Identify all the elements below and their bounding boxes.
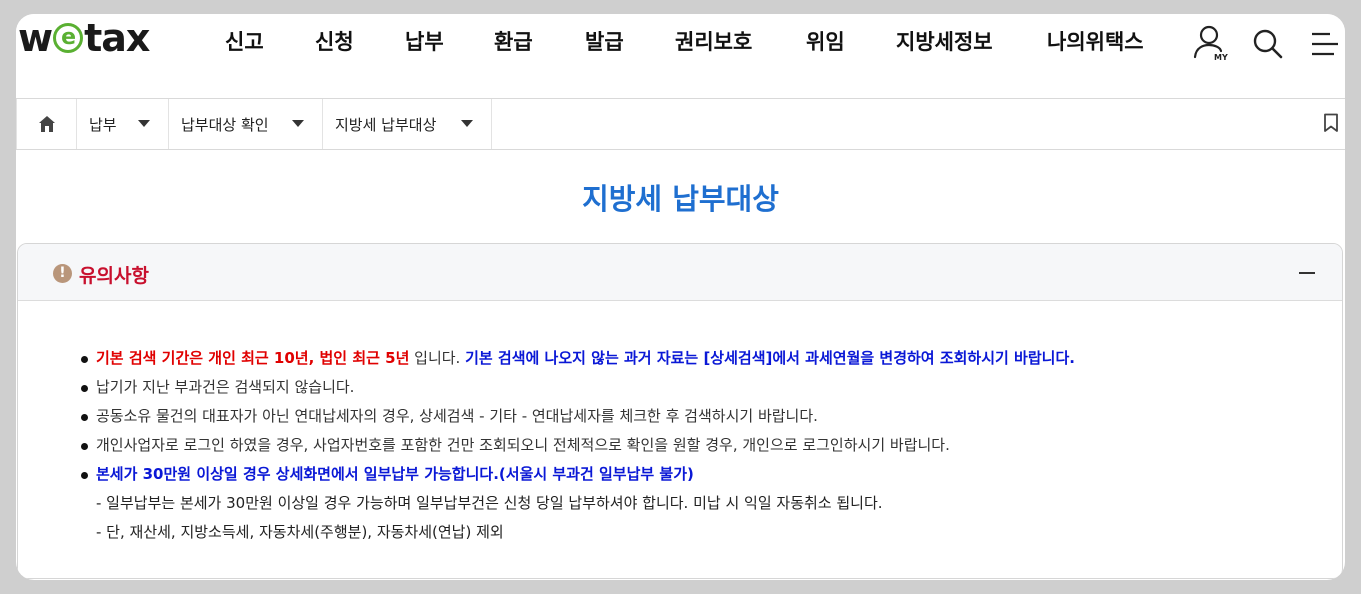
chevron-down-icon [138, 120, 150, 127]
bullet-dot [81, 385, 88, 392]
breadcrumb: 납부 납부대상 확인 지방세 납부대상 [16, 98, 1345, 150]
bookmark-button[interactable] [1323, 113, 1339, 137]
list-item: 기본 검색 기간은 개인 최근 10년, 법인 최근 5년 입니다. 기본 검색… [81, 344, 1342, 373]
nav-my-wetax[interactable]: 나의위택스 [1047, 26, 1144, 56]
nav-rights-protection[interactable]: 권리보호 [675, 26, 752, 56]
search-button[interactable] [1252, 24, 1284, 64]
wetax-logo[interactable]: w e tax [18, 16, 150, 60]
notice-panel: ! 유의사항 기본 검색 기간은 개인 최근 10년, 법인 최근 5년 입니다… [17, 243, 1343, 579]
alert-icon: ! [53, 264, 72, 283]
list-item: 납기가 지난 부과건은 검색되지 않습니다. [81, 373, 1342, 402]
nav-issue[interactable]: 발급 [585, 26, 624, 56]
home-icon [38, 116, 55, 132]
logo-text-tax: tax [84, 16, 150, 60]
notice-header[interactable]: ! 유의사항 [18, 244, 1342, 301]
bullet-dot [81, 443, 88, 450]
home-button[interactable] [16, 99, 77, 149]
person-my-icon: MY [1193, 25, 1228, 62]
collapse-button[interactable] [1290, 260, 1324, 286]
notice-body: 기본 검색 기간은 개인 최근 10년, 법인 최근 5년 입니다. 기본 검색… [18, 344, 1342, 547]
breadcrumb-label: 납부 [89, 115, 117, 134]
bullet-dot [81, 356, 88, 363]
menu-icon [1312, 32, 1338, 56]
notice-item-highlight-blue: 본세가 30만원 이상일 경우 상세화면에서 일부납부 가능합니다.(서울시 부… [96, 465, 694, 483]
logo-text-w: w [18, 16, 53, 60]
logo-text-e: e [53, 23, 84, 53]
breadcrumb-payment[interactable]: 납부 [77, 99, 169, 149]
notice-sub-line: - 단, 재산세, 지방소득세, 자동차세(주행분), 자동차세(연납) 제외 [96, 523, 504, 541]
nav-local-tax-info[interactable]: 지방세정보 [896, 26, 993, 56]
notice-list: 기본 검색 기간은 개인 최근 10년, 법인 최근 5년 입니다. 기본 검색… [81, 344, 1342, 489]
breadcrumb-label: 납부대상 확인 [181, 115, 269, 134]
bullet-dot [81, 472, 88, 479]
nav-payment[interactable]: 납부 [405, 26, 444, 56]
notice-sub-line: - 일부납부는 본세가 30만원 이상일 경우 가능하며 일부납부건은 신청 당… [96, 494, 883, 512]
chevron-down-icon [461, 120, 473, 127]
nav-apply[interactable]: 신청 [315, 26, 354, 56]
breadcrumb-label: 지방세 납부대상 [335, 115, 437, 134]
breadcrumb-local-tax-payment[interactable]: 지방세 납부대상 [323, 99, 492, 149]
search-icon [1253, 29, 1283, 59]
collapse-icon [1299, 272, 1315, 274]
notice-item-text: 입니다. [409, 349, 466, 367]
chevron-down-icon [292, 120, 304, 127]
list-item: 공동소유 물건의 대표자가 아닌 연대납세자의 경우, 상세검색 - 기타 - … [81, 402, 1342, 431]
notice-item-text: 개인사업자로 로그인 하였을 경우, 사업자번호를 포함한 건만 조회되오니 전… [96, 436, 950, 454]
site-header: w e tax 신고 신청 납부 환급 발급 권리보호 위임 지방세정보 나의위택스… [16, 14, 1345, 98]
breadcrumb-payment-check[interactable]: 납부대상 확인 [169, 99, 323, 149]
browser-page: w e tax 신고 신청 납부 환급 발급 권리보호 위임 지방세정보 나의위택스… [16, 14, 1345, 580]
notice-title: 유의사항 [79, 265, 149, 287]
notice-item-text: 공동소유 물건의 대표자가 아닌 연대납세자의 경우, 상세검색 - 기타 - … [96, 407, 818, 425]
my-page-button[interactable]: MY [1192, 24, 1230, 64]
bookmark-icon [1324, 113, 1338, 132]
list-item: 개인사업자로 로그인 하였을 경우, 사업자번호를 포함한 건만 조회되오니 전… [81, 431, 1342, 460]
my-label: MY [1214, 53, 1228, 62]
notice-item-text: 납기가 지난 부과건은 검색되지 않습니다. [96, 378, 355, 396]
notice-item-highlight-red: 기본 검색 기간은 개인 최근 10년, 법인 최근 5년 [96, 349, 410, 367]
menu-button[interactable] [1310, 24, 1340, 64]
page-title: 지방세 납부대상 [582, 182, 779, 216]
nav-delegation[interactable]: 위임 [806, 26, 845, 56]
nav-refund[interactable]: 환급 [494, 26, 533, 56]
nav-report[interactable]: 신고 [225, 26, 264, 56]
notice-item-highlight-blue: 기본 검색에 나오지 않는 과거 자료는 [상세검색]에서 과세연월을 변경하여… [465, 349, 1075, 367]
list-item: 본세가 30만원 이상일 경우 상세화면에서 일부납부 가능합니다.(서울시 부… [81, 460, 1342, 489]
bullet-dot [81, 414, 88, 421]
